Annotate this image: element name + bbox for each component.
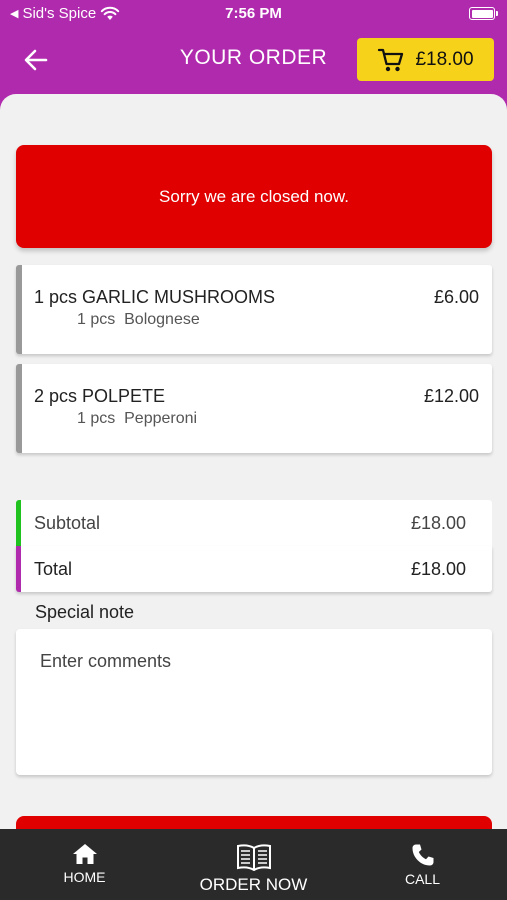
total-value: £18.00	[410, 558, 466, 579]
comments-input[interactable]	[16, 629, 492, 775]
order-item[interactable]: 2 pcs POLPETE £12.00 1 pcs Pepperoni	[16, 364, 492, 453]
item-name: 2 pcs POLPETE	[34, 386, 166, 406]
order-item[interactable]: 1 pcs GARLIC MUSHROOMS £6.00 1 pcs Bolog…	[16, 265, 492, 354]
nav-home-label: HOME	[63, 869, 106, 885]
app-header: YOUR ORDER £18.00	[0, 28, 507, 94]
status-time: 7:56 PM	[225, 5, 282, 22]
nav-call[interactable]: CALL	[338, 829, 507, 900]
order-content: Sorry we are closed now. 1 pcs GARLIC MU…	[0, 94, 507, 900]
cart-button[interactable]: £18.00	[357, 38, 494, 81]
item-price: £6.00	[433, 287, 479, 307]
item-option: 1 pcs Pepperoni	[77, 410, 198, 427]
special-note-label: Special note	[35, 602, 135, 622]
cart-icon	[378, 48, 404, 71]
closed-banner: Sorry we are closed now.	[16, 145, 492, 248]
book-icon	[236, 844, 271, 871]
subtotal-value: £18.00	[410, 512, 466, 533]
nav-order-now[interactable]: ORDER NOW	[169, 829, 338, 900]
total-row: Total £18.00	[16, 546, 492, 592]
subtotal-row: Subtotal £18.00	[16, 500, 492, 546]
battery-icon	[469, 7, 498, 20]
phone-icon	[412, 844, 433, 866]
total-label: Total	[34, 558, 73, 579]
status-bar: ◀ Sid's Spice 7:56 PM	[0, 0, 507, 28]
item-option: 1 pcs Bolognese	[77, 311, 200, 328]
home-icon	[72, 844, 97, 864]
cart-total: £18.00	[415, 48, 474, 70]
nav-call-label: CALL	[404, 871, 441, 887]
item-name: 1 pcs GARLIC MUSHROOMS	[34, 287, 276, 307]
item-price: £12.00	[423, 386, 479, 406]
nav-order-now-label: ORDER NOW	[199, 875, 308, 894]
nav-home[interactable]: HOME	[0, 829, 169, 900]
bottom-nav: HOME ORDER NOW CALL	[0, 829, 507, 900]
subtotal-label: Subtotal	[34, 512, 101, 533]
